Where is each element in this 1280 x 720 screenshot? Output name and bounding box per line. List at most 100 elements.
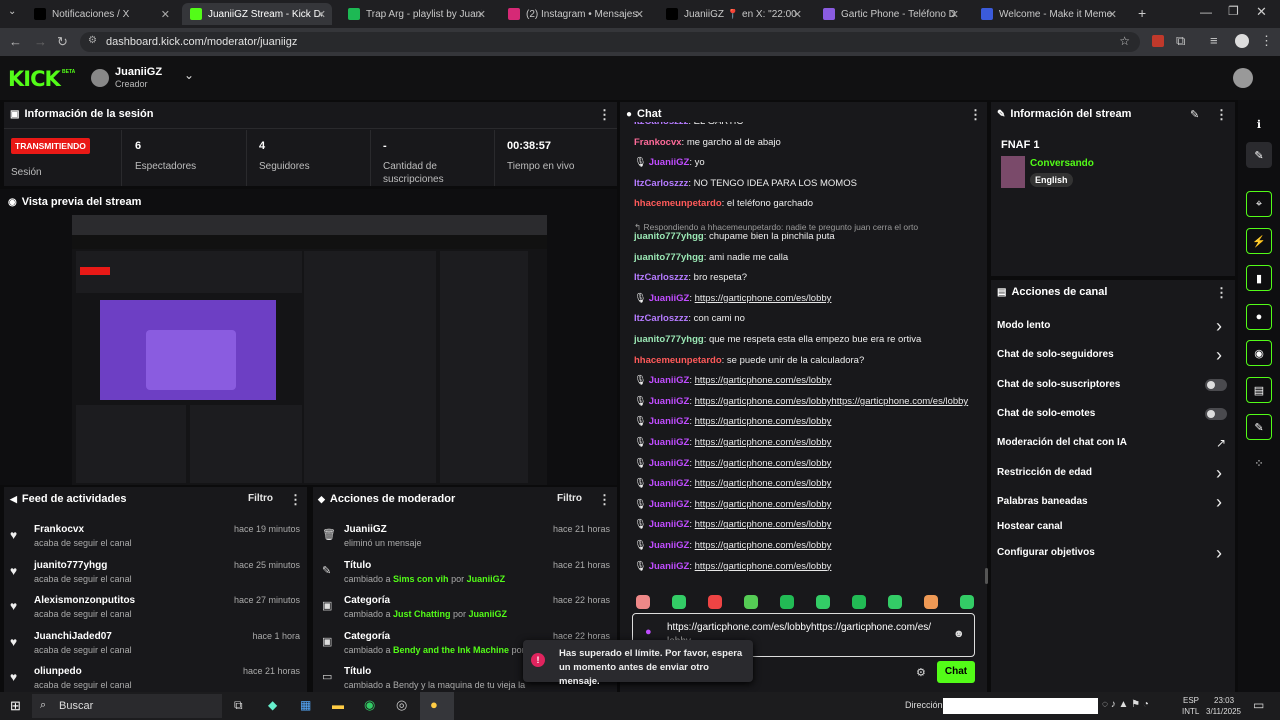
quick-emote[interactable]	[888, 595, 902, 609]
chat-link[interactable]: https://garticphone.com/es/lobby	[695, 375, 832, 386]
chat-scrollbar[interactable]	[985, 568, 988, 584]
broadcast-icon[interactable]: ◉	[1246, 340, 1272, 366]
mod-action-by[interactable]: JuaniiGZ	[467, 574, 506, 584]
minimize-icon[interactable]: —	[1200, 5, 1212, 19]
quick-emote[interactable]	[744, 595, 758, 609]
stream-info-menu-icon[interactable]: ⋮	[1215, 107, 1228, 123]
channel-action-8[interactable]: Configurar objetivos	[997, 547, 1095, 558]
quick-emote[interactable]	[960, 595, 974, 609]
chat-link[interactable]: https://garticphone.com/es/lobby	[695, 458, 832, 469]
tab-search-chevron-icon[interactable]: ⌄	[8, 6, 16, 17]
chat-username[interactable]: ItzCarloszzz	[634, 313, 688, 324]
chat-username[interactable]: JuaniiGZ	[649, 499, 690, 510]
chat-link[interactable]: https://garticphone.com/es/lobby	[695, 499, 832, 510]
chat-username[interactable]: JuaniiGZ	[649, 437, 690, 448]
obs-app-icon[interactable]: ◎	[396, 697, 407, 713]
chat-link[interactable]: https://garticphone.com/es/lobby	[695, 540, 832, 551]
feed-item-name[interactable]: juanito777yhgg	[34, 560, 107, 571]
chat-username[interactable]: JuaniiGZ	[649, 458, 690, 469]
media-icon[interactable]: ≡	[1210, 33, 1218, 48]
chrome-app-active[interactable]: ●	[420, 692, 454, 720]
quick-emote[interactable]	[924, 595, 938, 609]
calculator-app-icon[interactable]: ▦	[300, 698, 311, 712]
browser-tab[interactable]: Welcome - Make it Meme ✕	[973, 3, 1123, 25]
task-view-icon[interactable]: ⧉	[234, 698, 243, 713]
site-info-icon[interactable]: ⚙	[88, 35, 97, 46]
chevron-right-icon[interactable]: ›	[1216, 316, 1222, 337]
toggle-switch[interactable]	[1205, 379, 1227, 391]
reload-icon[interactable]: ↻	[57, 34, 68, 50]
close-tab-icon[interactable]: ✕	[317, 8, 326, 21]
channel-action-2[interactable]: Chat de solo-suscriptores	[997, 379, 1120, 390]
notepad-app-icon[interactable]: ◆	[268, 698, 277, 712]
chat-username[interactable]: JuaniiGZ	[649, 519, 690, 530]
user-avatar[interactable]	[1233, 68, 1253, 88]
chat-username[interactable]: juanito777yhgg	[634, 231, 704, 242]
chat-username[interactable]: juanito777yhgg	[634, 334, 704, 345]
chevron-right-icon[interactable]: ›	[1216, 543, 1222, 564]
clock-date[interactable]: 3/11/2025	[1206, 707, 1241, 716]
quick-emote[interactable]	[708, 595, 722, 609]
category-name[interactable]: Conversando	[1030, 158, 1094, 169]
chat-link[interactable]: https://garticphone.com/es/lobby	[695, 561, 832, 572]
browser-tab[interactable]: JuaniiGZ 📍 en X: "22:00 por htt✕	[658, 3, 808, 25]
book-icon[interactable]: ▮	[1246, 265, 1272, 291]
close-window-icon[interactable]: ✕	[1256, 4, 1267, 20]
chevron-right-icon[interactable]: ›	[1216, 345, 1222, 366]
notifications-icon[interactable]: ▭	[1253, 698, 1264, 712]
chevron-right-icon[interactable]: ›	[1216, 463, 1222, 484]
chat-settings-gear-icon[interactable]: ⚙	[916, 666, 926, 679]
restore-icon[interactable]: ❐	[1228, 4, 1239, 18]
chat-username[interactable]: JuaniiGZ	[649, 375, 690, 386]
chat-username[interactable]: ItzCarloszzz	[634, 122, 688, 127]
channel-action-7[interactable]: Hostear canal	[997, 521, 1063, 532]
windows-start-icon[interactable]: ⊞	[10, 698, 21, 714]
channel-action-6[interactable]: Palabras baneadas	[997, 496, 1088, 507]
chat-username[interactable]: JuaniiGZ	[649, 561, 690, 572]
chat-username[interactable]: juanito777yhgg	[634, 252, 704, 263]
edit-stream-icon[interactable]: ✎	[1190, 108, 1199, 121]
channel-switch-chevron-icon[interactable]: ⌄	[184, 68, 194, 82]
channel-action-3[interactable]: Chat de solo-emotes	[997, 408, 1095, 419]
chat-username[interactable]: JuaniiGZ	[649, 396, 690, 407]
chevron-right-icon[interactable]: ›	[1216, 492, 1222, 513]
forward-icon[interactable]: →	[34, 34, 47, 49]
mod-menu-icon[interactable]: ⋮	[598, 492, 611, 508]
feed-item-name[interactable]: Frankocvx	[34, 524, 84, 535]
target-icon[interactable]: ⌖	[1246, 191, 1272, 217]
edit-pencil-icon[interactable]: ✎	[1246, 142, 1272, 168]
mod-action-by[interactable]: JuaniiGZ	[469, 609, 508, 619]
close-tab-icon[interactable]: ✕	[950, 8, 959, 21]
browser-tab[interactable]: JuaniiGZ Stream - Kick Dashbo✕	[182, 3, 332, 25]
taskbar-search[interactable]: ⌕ Buscar	[32, 694, 222, 718]
feed-menu-icon[interactable]: ⋮	[289, 492, 302, 508]
channel-action-5[interactable]: Restricción de edad	[997, 467, 1092, 478]
address-bar[interactable]: ⚙ dashboard.kick.com/moderator/juaniigz …	[80, 32, 1140, 52]
chat-username[interactable]: JuaniiGZ	[649, 478, 690, 489]
feed-item-name[interactable]: JuanchiJaded07	[34, 631, 112, 642]
chat-link[interactable]: https://garticphone.com/es/lobbyhttps://…	[695, 396, 969, 407]
channel-action-1[interactable]: Chat de solo-seguidores	[997, 349, 1114, 360]
chat-link[interactable]: https://garticphone.com/es/lobby	[695, 478, 832, 489]
new-tab-icon[interactable]: +	[1138, 5, 1146, 21]
quick-emote[interactable]	[816, 595, 830, 609]
chat-username[interactable]: JuaniiGZ	[649, 157, 690, 168]
extensions-puzzle-icon[interactable]: ⧉	[1176, 33, 1185, 49]
quick-emote[interactable]	[780, 595, 794, 609]
feed-item-name[interactable]: oliunpedo	[34, 666, 82, 677]
send-chat-button[interactable]: Chat	[937, 661, 975, 683]
external-link-icon[interactable]: ↗	[1216, 436, 1226, 450]
channel-action-4[interactable]: Moderación del chat con IA	[997, 437, 1127, 448]
chat-link[interactable]: https://garticphone.com/es/lobby	[695, 293, 832, 304]
chat-username[interactable]: ItzCarloszzz	[634, 178, 688, 189]
chat-username[interactable]: Frankocvx	[634, 137, 682, 148]
close-tab-icon[interactable]: ✕	[161, 8, 170, 21]
info-icon[interactable]: ℹ	[1246, 111, 1272, 137]
bolt-icon[interactable]: ⚡	[1246, 228, 1272, 254]
back-icon[interactable]: ←	[9, 34, 22, 49]
chat-menu-icon[interactable]: ⋮	[969, 107, 982, 123]
stream-preview-video[interactable]	[72, 215, 547, 485]
browser-tab[interactable]: Notificaciones / X ✕	[26, 3, 176, 25]
browser-tab[interactable]: Gartic Phone - Teléfono Descon✕	[815, 3, 965, 25]
chat-username[interactable]: ItzCarloszzz	[634, 272, 688, 283]
